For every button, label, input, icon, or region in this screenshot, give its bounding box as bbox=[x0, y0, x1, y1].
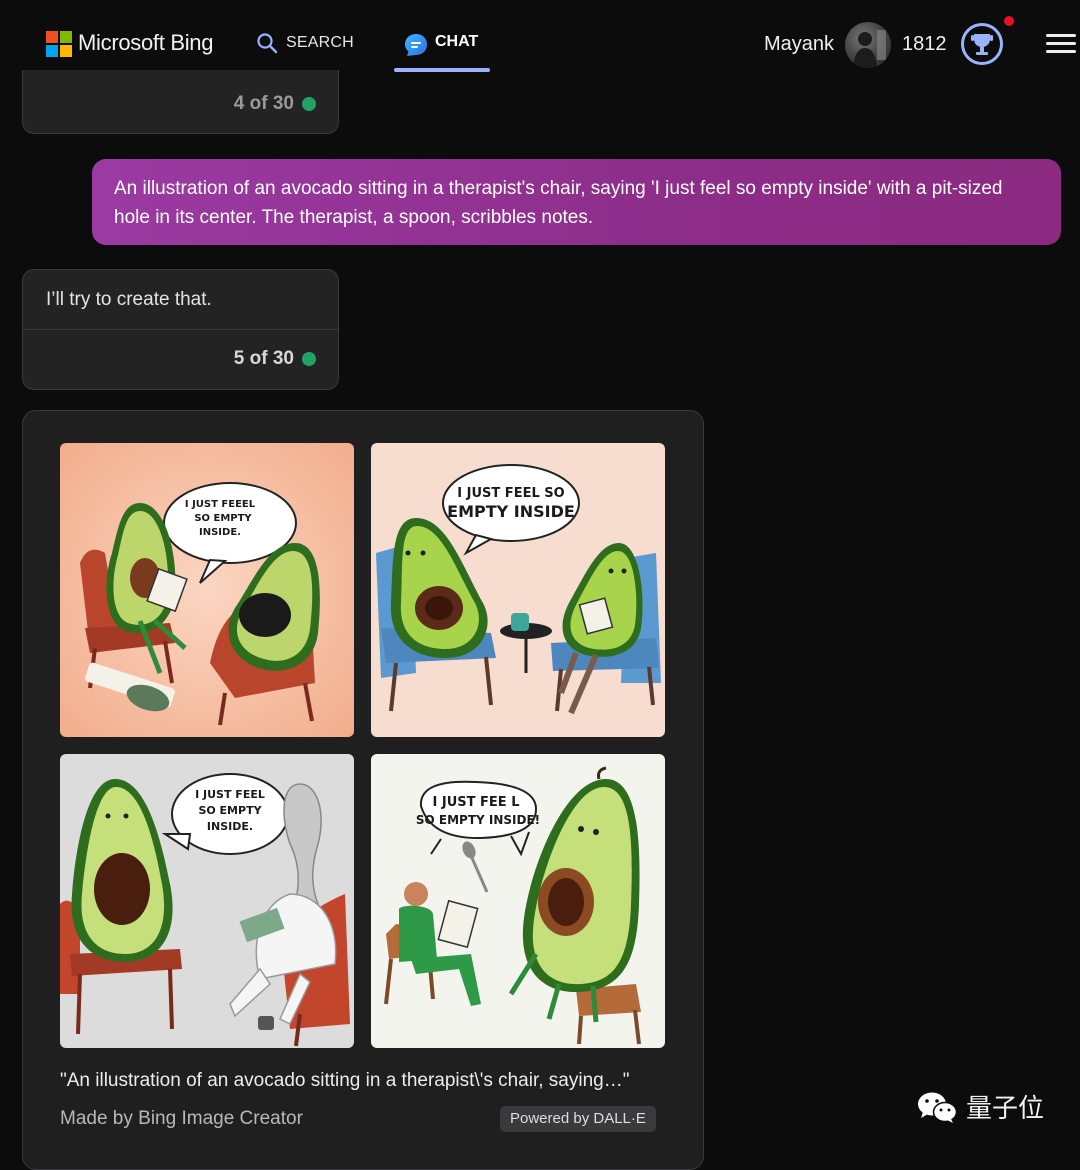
status-dot bbox=[302, 352, 316, 366]
avatar[interactable] bbox=[845, 22, 891, 68]
hamburger-menu-icon[interactable] bbox=[1046, 30, 1078, 56]
tab-search[interactable]: SEARCH bbox=[256, 30, 354, 56]
bot-reply-card: I’ll try to create that. 5 of 30 bbox=[22, 269, 339, 390]
wechat-icon bbox=[918, 1092, 958, 1123]
chat-icon bbox=[405, 34, 427, 56]
image-creator-card: I JUST FEEEL SO EMPTY INSIDE. I JUST FEE… bbox=[22, 410, 704, 1170]
speech-bubble-line: INSIDE. bbox=[207, 820, 253, 833]
previous-reply-card: 4 of 30 bbox=[22, 70, 339, 134]
generated-image-1[interactable]: I JUST FEEEL SO EMPTY INSIDE. bbox=[60, 443, 354, 737]
message-counter-text: 5 of 30 bbox=[233, 348, 294, 369]
speech-bubble-line: INSIDE. bbox=[199, 527, 241, 538]
watermark-text: 量子位 bbox=[966, 1094, 1045, 1124]
speech-bubble-line: SO EMPTY INSIDE! bbox=[416, 813, 540, 827]
generated-image-2[interactable]: I JUST FEEL SO EMPTY INSIDE bbox=[371, 443, 665, 737]
watermark: 量子位 bbox=[916, 1088, 1044, 1125]
generated-image-3[interactable]: I JUST FEEL SO EMPTY INSIDE. bbox=[60, 754, 354, 1048]
speech-bubble-line: SO EMPTY bbox=[198, 804, 262, 817]
user-name[interactable]: Mayank bbox=[764, 33, 834, 56]
bot-reply-text: I’ll try to create that. bbox=[46, 289, 212, 310]
speech-bubble-line: I JUST FEEEL bbox=[185, 499, 256, 510]
notification-dot bbox=[1004, 16, 1014, 26]
powered-by-badge: Powered by DALL·E bbox=[500, 1106, 656, 1132]
speech-bubble-line: SO EMPTY bbox=[194, 513, 252, 524]
user-message: An illustration of an avocado sitting in… bbox=[92, 159, 1061, 245]
active-tab-indicator bbox=[394, 68, 490, 72]
divider bbox=[23, 329, 338, 330]
tab-search-label: SEARCH bbox=[286, 34, 354, 51]
message-counter-text: 4 of 30 bbox=[233, 93, 294, 114]
microsoft-logo-icon[interactable] bbox=[46, 31, 72, 57]
speech-bubble-line: I JUST FEEL bbox=[195, 788, 265, 801]
speech-bubble-line: I JUST FEEL SO bbox=[457, 486, 564, 501]
speech-bubble-line: EMPTY INSIDE bbox=[447, 502, 575, 521]
made-by-label[interactable]: Made by Bing Image Creator bbox=[60, 1108, 303, 1130]
brand-name[interactable]: Microsoft Bing bbox=[78, 30, 213, 56]
status-dot bbox=[302, 97, 316, 111]
message-counter: 4 of 30 bbox=[234, 93, 316, 115]
generated-image-4[interactable]: I JUST FEE L SO EMPTY INSIDE! bbox=[371, 754, 665, 1048]
rewards-button[interactable] bbox=[960, 22, 1004, 66]
rewards-trophy-icon bbox=[961, 23, 1003, 65]
image-caption: "An illustration of an avocado sitting i… bbox=[60, 1070, 630, 1091]
search-icon bbox=[257, 33, 278, 54]
speech-bubble-line: I JUST FEE L bbox=[433, 795, 520, 810]
rewards-points[interactable]: 1812 bbox=[902, 33, 947, 56]
tab-chat[interactable]: CHAT bbox=[394, 26, 490, 72]
tab-chat-label: CHAT bbox=[435, 33, 479, 50]
message-counter: 5 of 30 bbox=[234, 348, 316, 370]
